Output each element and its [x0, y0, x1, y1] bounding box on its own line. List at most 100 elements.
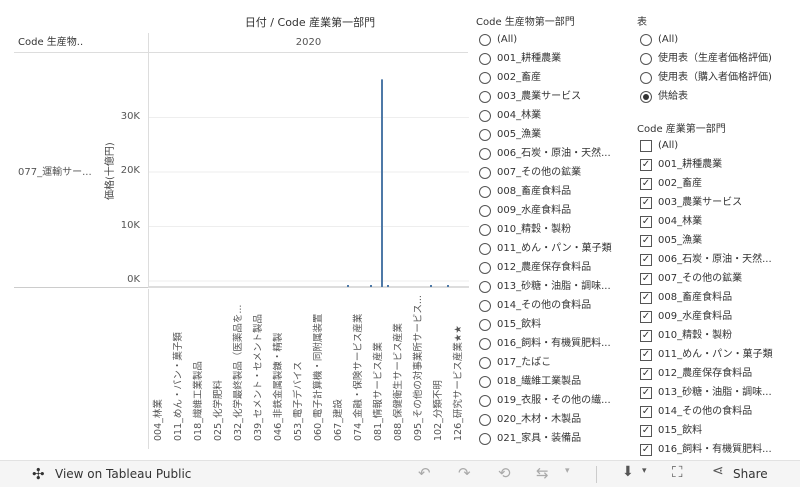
- table-filter-option[interactable]: (All): [640, 30, 678, 49]
- checkbox[interactable]: ✓: [640, 177, 652, 190]
- undo-icon[interactable]: ↶: [418, 464, 431, 482]
- industry-filter-option[interactable]: ✓ 012_農産保存食料品: [640, 364, 752, 383]
- industry-filter-option[interactable]: ✓ 005_漁業: [640, 231, 702, 250]
- checkbox[interactable]: ✓: [640, 405, 652, 418]
- industry-filter-option[interactable]: ✓ 011_めん・パン・菓子類: [640, 345, 773, 364]
- bar[interactable]: [370, 285, 372, 287]
- radio-button[interactable]: [479, 318, 491, 331]
- checkbox[interactable]: [640, 139, 652, 152]
- industry-filter-option[interactable]: ✓ 016_飼料・有機質肥料...: [640, 440, 772, 459]
- checkbox[interactable]: ✓: [640, 253, 652, 266]
- checkbox[interactable]: ✓: [640, 348, 652, 361]
- product-filter-option[interactable]: 009_水産食料品: [479, 201, 571, 220]
- bar[interactable]: [381, 79, 383, 287]
- bar[interactable]: [430, 285, 432, 287]
- product-filter-option[interactable]: 002_畜産: [479, 68, 541, 87]
- radio-button[interactable]: [479, 71, 491, 84]
- product-filter-option[interactable]: (All): [479, 30, 517, 49]
- radio-button[interactable]: [479, 337, 491, 350]
- revert-icon[interactable]: ⟲: [498, 464, 511, 482]
- refresh-icon[interactable]: ⇆: [536, 464, 549, 482]
- industry-filter-option[interactable]: ✓ 003_農業サービス: [640, 193, 742, 212]
- radio-button[interactable]: [479, 299, 491, 312]
- industry-filter-option[interactable]: (All): [640, 136, 678, 155]
- radio-button[interactable]: [479, 166, 491, 179]
- checkbox[interactable]: ✓: [640, 367, 652, 380]
- column-year-header[interactable]: 2020: [148, 33, 468, 53]
- radio-button[interactable]: [479, 52, 491, 65]
- product-filter-option[interactable]: 007_その他の鉱業: [479, 163, 581, 182]
- checkbox[interactable]: ✓: [640, 424, 652, 437]
- industry-filter-option[interactable]: ✓ 010_精穀・製粉: [640, 326, 732, 345]
- product-filter-option[interactable]: 018_繊維工業製品: [479, 372, 581, 391]
- row-field-header[interactable]: Code 生産物..: [14, 33, 148, 53]
- checkbox[interactable]: ✓: [640, 310, 652, 323]
- product-filter-option[interactable]: 010_精穀・製粉: [479, 220, 571, 239]
- product-filter-option[interactable]: 012_農産保存食料品: [479, 258, 591, 277]
- product-filter-option[interactable]: 013_砂糖・油脂・調味...: [479, 277, 611, 296]
- product-filter-option[interactable]: 011_めん・パン・菓子類: [479, 239, 612, 258]
- checkbox[interactable]: ✓: [640, 386, 652, 399]
- industry-filter-option[interactable]: ✓ 013_砂糖・油脂・調味...: [640, 383, 772, 402]
- share-button[interactable]: Share: [733, 467, 768, 481]
- product-filter-option[interactable]: 017_たばこ: [479, 353, 551, 372]
- checkbox[interactable]: ✓: [640, 443, 652, 456]
- industry-filter-option[interactable]: ✓ 007_その他の鉱業: [640, 269, 742, 288]
- industry-filter-option[interactable]: ✓ 004_林業: [640, 212, 702, 231]
- download-dropdown-icon[interactable]: ▾: [642, 466, 647, 476]
- redo-icon[interactable]: ↷: [458, 464, 471, 482]
- industry-filter-option[interactable]: ✓ 006_石炭・原油・天然...: [640, 250, 772, 269]
- product-filter-option[interactable]: 016_飼料・有機質肥料...: [479, 334, 611, 353]
- plot-area[interactable]: [148, 53, 469, 288]
- radio-button[interactable]: [479, 147, 491, 160]
- radio-button[interactable]: [479, 90, 491, 103]
- radio-button[interactable]: [640, 90, 652, 103]
- radio-button[interactable]: [479, 432, 491, 445]
- industry-filter-option[interactable]: ✓ 009_水産食料品: [640, 307, 732, 326]
- radio-button[interactable]: [640, 71, 652, 84]
- bar[interactable]: [447, 285, 449, 287]
- checkbox[interactable]: ✓: [640, 329, 652, 342]
- industry-filter-option[interactable]: ✓ 002_畜産: [640, 174, 702, 193]
- view-on-tableau-link[interactable]: View on Tableau Public: [55, 467, 191, 481]
- radio-button[interactable]: [479, 394, 491, 407]
- product-filter-option[interactable]: 021_家具・装備品: [479, 429, 581, 448]
- table-filter-option[interactable]: 供給表: [640, 87, 688, 106]
- product-filter-option[interactable]: 019_衣服・その他の繊...: [479, 391, 611, 410]
- checkbox[interactable]: ✓: [640, 272, 652, 285]
- product-filter-option[interactable]: 001_耕種農業: [479, 49, 561, 68]
- industry-filter-option[interactable]: ✓ 001_耕種農業: [640, 155, 722, 174]
- radio-button[interactable]: [479, 128, 491, 141]
- radio-button[interactable]: [479, 223, 491, 236]
- product-filter-option[interactable]: 004_林業: [479, 106, 541, 125]
- checkbox[interactable]: ✓: [640, 291, 652, 304]
- row-label[interactable]: 077_運輸サー...: [18, 163, 92, 178]
- radio-button[interactable]: [479, 375, 491, 388]
- checkbox[interactable]: ✓: [640, 215, 652, 228]
- industry-filter-option[interactable]: ✓ 015_飲料: [640, 421, 702, 440]
- product-filter-option[interactable]: 003_農業サービス: [479, 87, 581, 106]
- table-filter-option[interactable]: 使用表（生産者価格評価): [640, 49, 772, 68]
- product-filter-option[interactable]: 005_漁業: [479, 125, 541, 144]
- product-filter-option[interactable]: 014_その他の食料品: [479, 296, 591, 315]
- refresh-dropdown-icon[interactable]: ▾: [565, 466, 570, 476]
- download-icon[interactable]: ⬇: [622, 464, 634, 480]
- filter-scrollbar[interactable]: [466, 32, 472, 448]
- radio-button[interactable]: [640, 52, 652, 65]
- product-filter-option[interactable]: 020_木材・木製品: [479, 410, 581, 429]
- checkbox[interactable]: ✓: [640, 158, 652, 171]
- bar[interactable]: [387, 285, 389, 287]
- product-filter-option[interactable]: 015_飲料: [479, 315, 541, 334]
- radio-button[interactable]: [479, 413, 491, 426]
- checkbox[interactable]: ✓: [640, 196, 652, 209]
- table-filter-option[interactable]: 使用表（購入者価格評価): [640, 68, 772, 87]
- industry-filter-option[interactable]: ✓ 008_畜産食料品: [640, 288, 732, 307]
- radio-button[interactable]: [479, 280, 491, 293]
- fullscreen-icon[interactable]: ⛶: [672, 463, 683, 481]
- radio-button[interactable]: [479, 261, 491, 274]
- radio-button[interactable]: [479, 356, 491, 369]
- industry-filter-option[interactable]: ✓ 014_その他の食料品: [640, 402, 752, 421]
- product-filter-option[interactable]: 008_畜産食料品: [479, 182, 571, 201]
- radio-button[interactable]: [479, 204, 491, 217]
- radio-button[interactable]: [479, 185, 491, 198]
